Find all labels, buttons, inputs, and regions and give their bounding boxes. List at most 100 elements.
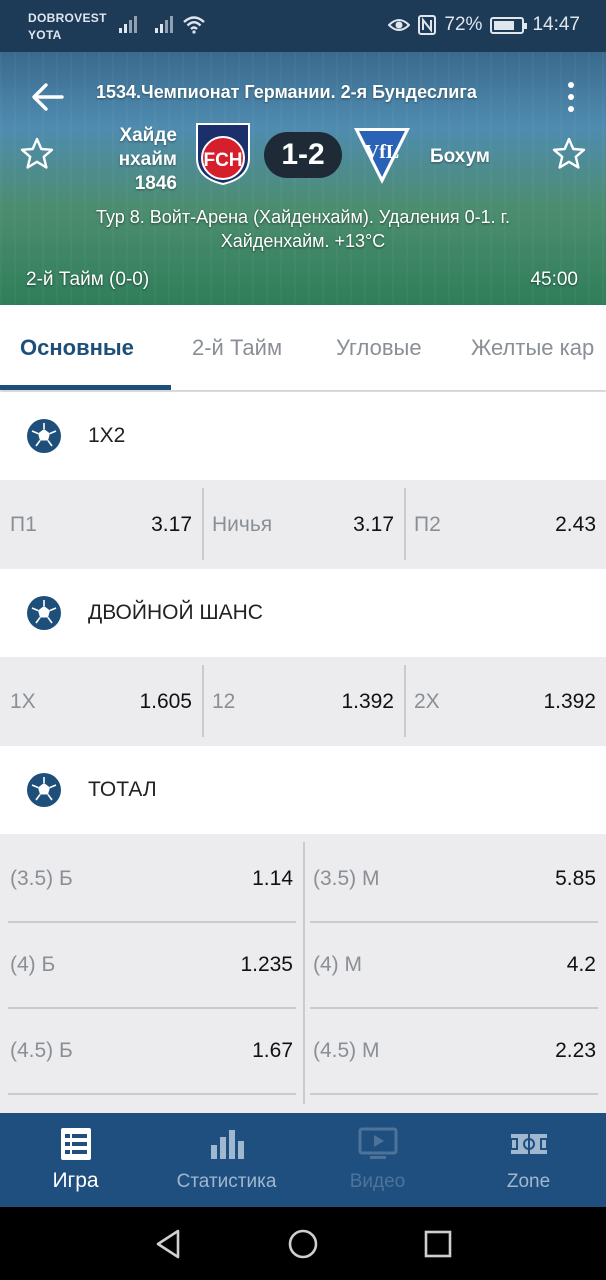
outcome-odds: 2.23 [555,1039,596,1062]
status-right: 72% 14:47 [388,14,580,36]
outcome-odds: 5.85 [555,867,596,890]
outcome-label: 1X [10,690,36,713]
nav-label: Zone [506,1171,551,1192]
odds-cell-total-under[interactable]: (4.5) М 2.23 [303,1006,606,1094]
home-team-name: Хайде нхайм 1846 [118,125,177,194]
outcome-odds: 2.43 [555,513,596,536]
away-logo-text: VfL [365,141,399,163]
match-header: 1534.Чемпионат Германии. 2-я Бундеслига … [0,52,606,305]
nav-video[interactable]: Видео [302,1113,453,1207]
outcome-label: П2 [414,513,441,536]
outcome-odds: 3.17 [151,513,192,536]
away-team-name: Бохум [430,146,490,167]
odds-row-1x2: П1 3.17 Ничья 3.17 П2 2.43 [0,480,606,568]
nav-label: Игра [52,1169,99,1192]
outcome-odds: 1.67 [252,1039,293,1062]
home-icon[interactable] [286,1227,320,1261]
market-title: 1X2 [88,424,126,447]
match-score: 1-2 [264,132,342,178]
outcome-odds: 4.2 [566,953,596,976]
home-logo-text: FCH [203,150,242,171]
soccer-ball-icon [27,596,61,630]
carrier-name: DOBROVEST YOTA [28,11,107,42]
nav-zone[interactable]: Zone [453,1113,604,1207]
tab-main[interactable]: Основные [20,335,134,361]
outcome-label: Ничья [212,513,273,536]
active-tab-indicator [0,385,171,390]
favorite-home-star-icon[interactable] [20,137,54,171]
odds-cell-total-under[interactable]: (3.5) М 5.85 [303,834,606,922]
tab-second-half[interactable]: 2-й Тайм [192,335,282,361]
market-tabs: Основные 2-й Тайм Угловые Желтые кар [0,305,606,390]
home-team-logo: FCH [196,123,250,186]
clock: 14:47 [532,14,580,35]
odds-cell-total-over[interactable]: (4) Б 1.235 [0,920,303,1008]
signal-icon-2 [155,16,173,33]
match-info: Тур 8. Войт-Арена (Хайденхайм). Удаления… [95,207,511,251]
signal-icon [119,16,137,33]
battery-icon [490,16,528,34]
outcome-odds: 1.14 [252,867,293,890]
outcome-label: (4) М [313,953,362,976]
nfc-icon [418,15,437,35]
market-title: ТОТАЛ [88,778,157,801]
market-header-total[interactable]: ТОТАЛ [0,746,606,834]
outcome-label: 12 [212,690,236,713]
odds-cell-away[interactable]: П2 2.43 [404,480,606,568]
back-icon[interactable] [152,1227,186,1261]
nav-label: Статистика [176,1171,277,1192]
away-team-logo: VfL [354,128,410,184]
outcome-label: (4.5) М [313,1039,380,1062]
outcome-label: (3.5) Б [10,867,73,890]
outcome-label: П1 [10,513,37,536]
market-title: ДВОЙНОЙ ШАНС [88,601,263,624]
outcome-label: (4.5) Б [10,1039,73,1062]
odds-cell-2x[interactable]: 2X 1.392 [404,657,606,745]
wifi-icon [183,16,205,34]
match-period: 2-й Тайм (0-0) [26,269,150,290]
nav-game[interactable]: Игра [0,1113,151,1207]
outcome-odds: 1.392 [341,690,394,713]
odds-cell-1x[interactable]: 1X 1.605 [0,657,202,745]
market-header-1x2[interactable]: 1X2 [0,392,606,480]
field-icon [510,1134,548,1154]
status-bar: DOBROVEST YOTA 72% 14:47 [0,0,606,52]
league-title: 1534.Чемпионат Германии. 2-я Бундеслига [96,82,477,102]
divider [303,842,305,1104]
bottom-navigation: Игра Статистика Видео Zone [0,1113,606,1207]
market-header-double-chance[interactable]: ДВОЙНОЙ ШАНС [0,569,606,657]
battery-percent: 72% [444,14,483,35]
video-icon [358,1127,398,1159]
list-icon [61,1128,91,1160]
odds-cell-total-over[interactable]: (3.5) Б 1.14 [0,834,303,922]
tab-corners[interactable]: Угловые [336,335,422,361]
odds-cell-total-under[interactable]: (4) М 4.2 [303,920,606,1008]
more-menu-icon[interactable] [566,82,576,112]
eye-icon [388,19,411,31]
bar-chart-icon [211,1130,244,1159]
favorite-away-star-icon[interactable] [552,137,586,171]
odds-grid-total: (3.5) Б 1.14 (3.5) М 5.85 (4) Б 1.235 (4… [0,834,606,1114]
odds-cell-total-over[interactable]: (4.5) Б 1.67 [0,1006,303,1094]
odds-cell-draw[interactable]: Ничья 3.17 [202,480,404,568]
outcome-odds: 1.235 [240,953,293,976]
outcome-odds: 3.17 [353,513,394,536]
odds-cell-home[interactable]: П1 3.17 [0,480,202,568]
divider [8,1093,296,1095]
match-clock: 45:00 [530,269,578,290]
nav-statistics[interactable]: Статистика [151,1113,302,1207]
recent-apps-icon[interactable] [421,1227,455,1261]
odds-cell-12[interactable]: 12 1.392 [202,657,404,745]
back-arrow-icon[interactable] [30,82,64,112]
tab-yellow-cards[interactable]: Желтые кар [471,335,594,361]
divider [310,1093,598,1095]
system-navigation-bar [0,1207,606,1280]
odds-row-double-chance: 1X 1.605 12 1.392 2X 1.392 [0,657,606,745]
outcome-odds: 1.392 [543,690,596,713]
outcome-label: 2X [414,690,440,713]
soccer-ball-icon [27,419,61,453]
outcome-label: (4) Б [10,953,56,976]
outcome-odds: 1.605 [139,690,192,713]
soccer-ball-icon [27,773,61,807]
nav-label: Видео [349,1171,406,1192]
